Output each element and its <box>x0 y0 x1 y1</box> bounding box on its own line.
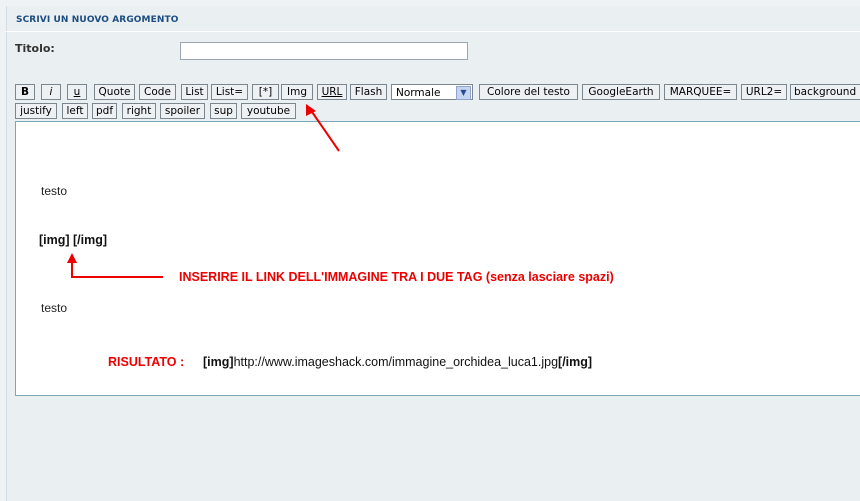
chevron-down-icon[interactable]: ▼ <box>456 86 471 100</box>
message-editor[interactable]: testo [img] [/img] INSERIRE IL LINK DELL… <box>15 121 860 396</box>
marquee-button[interactable]: MARQUEE= <box>664 84 737 100</box>
editor-text-line-2: testo <box>41 301 68 315</box>
list-button[interactable]: List <box>181 84 208 100</box>
sup-button[interactable]: sup <box>210 103 237 119</box>
result-url: http://www.imageshack.com/immagine_orchi… <box>233 355 559 369</box>
youtube-button[interactable]: youtube <box>241 103 296 119</box>
bbcode-toolbar-row1: B i u Quote Code List List= [*] Img URL … <box>15 84 860 100</box>
result-open-tag: [img] <box>203 355 234 369</box>
right-button[interactable]: right <box>122 103 156 119</box>
googleearth-button[interactable]: GoogleEarth <box>582 84 660 100</box>
font-size-select[interactable]: Normale ▼ <box>391 84 473 100</box>
left-button[interactable]: left <box>62 103 88 119</box>
bbcode-toolbar-row2: justify left pdf right spoiler sup youtu… <box>15 103 860 119</box>
result-example: [img]http://www.imageshack.com/immagine_… <box>203 355 592 369</box>
text-color-button[interactable]: Colore del testo <box>479 84 578 100</box>
img-button[interactable]: Img <box>281 84 313 100</box>
justify-button[interactable]: justify <box>15 103 57 119</box>
instruction-note: INSERIRE IL LINK DELL'IMMAGINE TRA I DUE… <box>179 270 614 284</box>
italic-button[interactable]: i <box>41 84 61 100</box>
bold-button[interactable]: B <box>15 84 35 100</box>
list-item-button[interactable]: [*] <box>252 84 279 100</box>
url-button[interactable]: URL <box>317 84 347 100</box>
pdf-button[interactable]: pdf <box>92 103 117 119</box>
quote-button[interactable]: Quote <box>94 84 135 100</box>
title-input[interactable] <box>180 42 468 60</box>
page-title: SCRIVI UN NUOVO ARGOMENTO <box>16 15 179 25</box>
underline-button[interactable]: u <box>67 84 87 100</box>
font-size-value: Normale <box>396 87 441 99</box>
result-label: RISULTATO : <box>108 355 185 369</box>
panel-header: SCRIVI UN NUOVO ARGOMENTO <box>6 6 860 32</box>
result-close-tag: [/img] <box>558 355 593 369</box>
spoiler-button[interactable]: spoiler <box>160 103 205 119</box>
ordered-list-button[interactable]: List= <box>211 84 248 100</box>
background-button[interactable]: background <box>790 84 860 100</box>
editor-text-line-1: testo <box>41 184 68 198</box>
url2-button[interactable]: URL2= <box>741 84 787 100</box>
title-label: Titolo: <box>15 42 55 55</box>
code-button[interactable]: Code <box>139 84 176 100</box>
img-tags-example: [img] [/img] <box>39 233 108 247</box>
flash-button[interactable]: Flash <box>350 84 387 100</box>
